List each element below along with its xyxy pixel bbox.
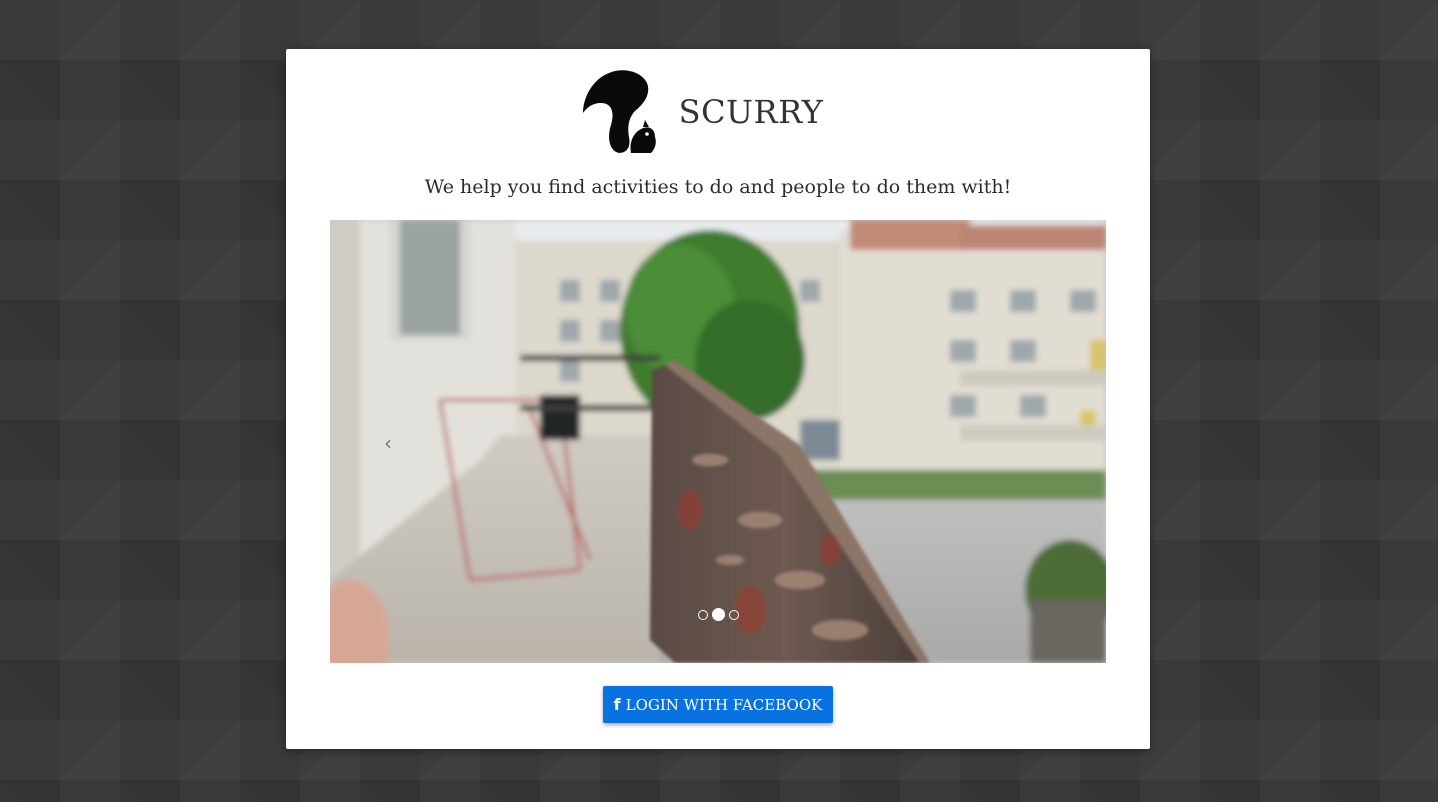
- carousel-indicators: [330, 608, 1106, 621]
- carousel-slide-image: [330, 220, 1106, 663]
- brand-header: SCURRY: [286, 67, 1150, 157]
- image-carousel[interactable]: ‹: [330, 220, 1106, 663]
- tagline: We help you find activities to do and pe…: [424, 176, 1012, 198]
- carousel-indicator-2[interactable]: [711, 608, 725, 621]
- carousel-indicator-3[interactable]: [728, 609, 739, 620]
- login-button-label: LOGIN WITH FACEBOOK: [625, 695, 823, 714]
- login-modal: SCURRY We help you find activities to do…: [286, 49, 1150, 749]
- carousel-indicator-1[interactable]: [697, 609, 708, 620]
- squirrel-logo-icon: [582, 70, 656, 153]
- carousel-prev-button[interactable]: ‹: [378, 428, 398, 458]
- app-name: SCURRY: [678, 93, 824, 131]
- login-with-facebook-button[interactable]: f LOGIN WITH FACEBOOK: [603, 686, 833, 723]
- chevron-left-icon: ‹: [384, 431, 392, 455]
- facebook-icon: f: [613, 695, 621, 714]
